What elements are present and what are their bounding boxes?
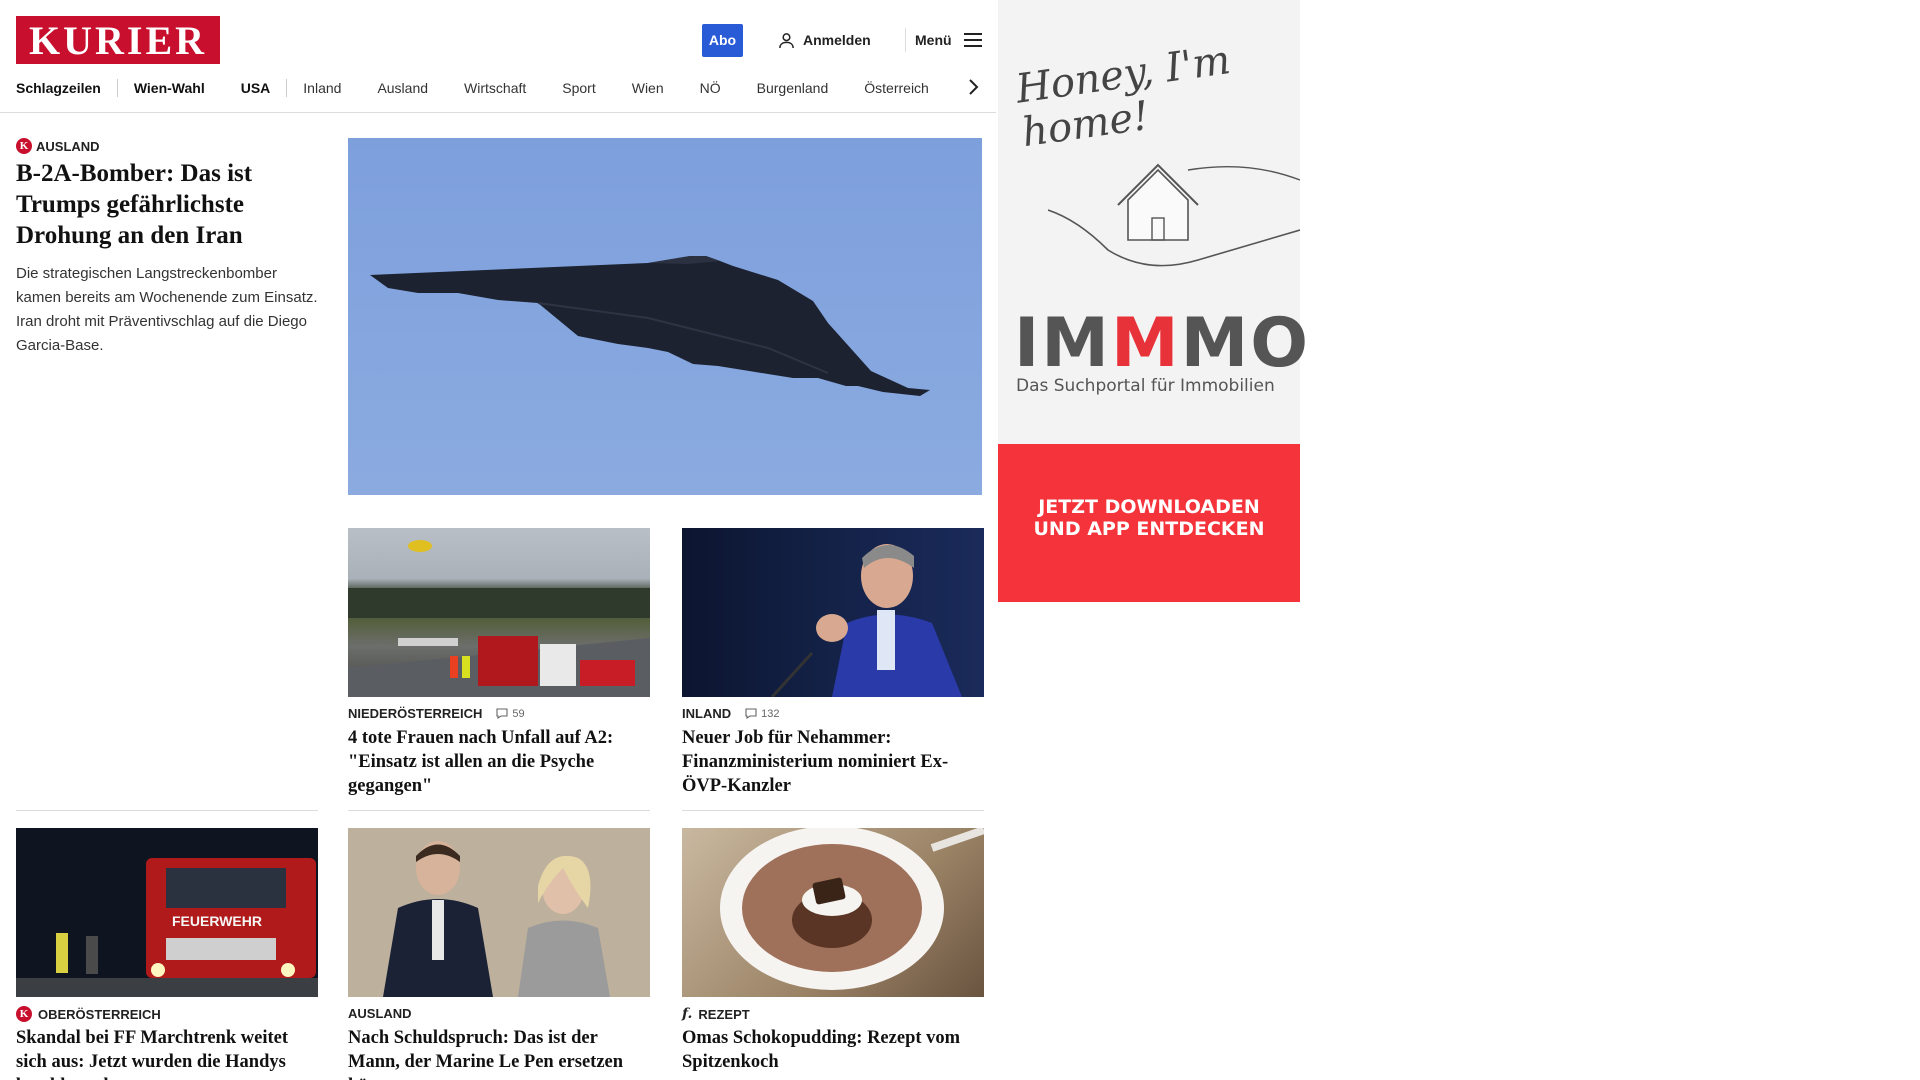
comment-icon (496, 708, 508, 719)
comment-count-value: 132 (761, 707, 780, 720)
nav-item-usa[interactable]: USA (241, 80, 271, 96)
login-button[interactable]: Anmelden (778, 30, 871, 50)
recipe-icon: f. (682, 1006, 693, 1022)
card-image-firetruck[interactable]: FEUERWEHR (16, 828, 318, 997)
lead-headline[interactable]: B-2A-Bomber: Das ist Trumps gefährlichst… (16, 158, 326, 251)
login-label: Anmelden (803, 32, 871, 48)
ad-brand-logo: IMMMO (1014, 308, 1310, 380)
nav-item-wien[interactable]: Wien (632, 80, 664, 96)
nav-item-wirtschaft[interactable]: Wirtschaft (464, 80, 526, 96)
kurier-plus-icon: K (16, 1006, 32, 1022)
firetruck-photo: FEUERWEHR (16, 858, 318, 997)
card-headline[interactable]: Neuer Job für Nehammer: Finanzministeriu… (682, 726, 984, 798)
speaker-photo (770, 544, 962, 697)
card-headline[interactable]: Nach Schuldspruch: Das ist der Mann, der… (348, 1026, 650, 1080)
nav-item-burgenland[interactable]: Burgenland (757, 80, 829, 96)
user-icon (779, 32, 794, 48)
ad-visual: Honey, I'm home! IMMMO Das Suchportal fü… (998, 0, 1308, 444)
main-nav: Schlagzeilen Wien-Wahl USA Inland Auslan… (16, 78, 980, 98)
card-category-label: NIEDERÖSTERREICH (348, 706, 483, 721)
nav-item-noe[interactable]: NÖ (700, 80, 721, 96)
truck-lettering: FEUERWEHR (172, 913, 262, 929)
chevron-right-icon[interactable] (966, 77, 980, 97)
ad-cta-button[interactable]: JETZT DOWNLOADEN UND APP ENTDECKEN (998, 444, 1300, 602)
nav-item-wien-wahl[interactable]: Wien-Wahl (134, 80, 205, 96)
comment-count[interactable]: 132 (745, 708, 779, 720)
card-image-bardella[interactable] (348, 828, 650, 997)
accident-scene (348, 540, 650, 697)
section-divider (348, 810, 650, 811)
card-category-label: REZEPT (698, 1006, 750, 1022)
ad-cta-line: JETZT DOWNLOADEN (1038, 496, 1260, 518)
nav-item-inland[interactable]: Inland (303, 80, 341, 96)
nav-divider (116, 79, 118, 97)
comment-icon (745, 708, 757, 719)
nav-item-sport[interactable]: Sport (562, 80, 595, 96)
card-category-label: INLAND (682, 706, 732, 721)
nav-item-schlagzeilen[interactable]: Schlagzeilen (16, 80, 101, 96)
section-divider (682, 810, 984, 811)
lead-image-bomber[interactable] (348, 138, 982, 495)
ad-brand-accent: M (1110, 304, 1181, 383)
card-category-label: OBERÖSTERREICH (38, 1006, 161, 1022)
menu-label: Menü (915, 32, 952, 48)
card-image-nehammer[interactable] (682, 528, 984, 697)
lead-teaser: Die strategischen Langstreckenbomber kam… (16, 265, 318, 354)
kurier-logo[interactable]: KURIER (16, 16, 220, 64)
card-headline[interactable]: Skandal bei FF Marchtrenk weitet sich au… (16, 1026, 318, 1080)
hamburger-icon (963, 33, 982, 47)
card-headline[interactable]: Omas Schokopudding: Rezept vom Spitzenko… (682, 1026, 984, 1074)
card-category: NIEDERÖSTERREICH 59 (348, 706, 525, 721)
card-headline[interactable]: 4 tote Frauen nach Unfall auf A2: "Einsa… (348, 726, 650, 798)
card-category: K OBERÖSTERREICH (16, 1006, 161, 1022)
kurier-plus-icon: K (16, 138, 32, 154)
card-category: f. REZEPT (682, 1006, 750, 1022)
menu-button[interactable]: Menü (915, 30, 982, 50)
site-header: KURIER Abo Anmelden Menü Schlagzeilen Wi… (0, 0, 996, 113)
nav-item-ausland[interactable]: Ausland (377, 80, 428, 96)
comment-count-value: 59 (512, 707, 525, 720)
nav-divider (286, 79, 288, 97)
politicians-photo (348, 828, 650, 997)
ad-brand-part: IM (1014, 304, 1111, 383)
card-image-accident[interactable] (348, 528, 650, 697)
immmo-ad[interactable]: Honey, I'm home! IMMMO Das Suchportal fü… (998, 0, 1308, 602)
comment-count[interactable]: 59 (496, 707, 525, 720)
bomber-photo (370, 256, 930, 396)
ad-cta-line: UND APP ENTDECKEN (1033, 518, 1265, 540)
nav-item-oesterreich[interactable]: Österreich (864, 80, 929, 96)
card-category-label: AUSLAND (348, 1006, 412, 1021)
house-hand-illustration (1048, 163, 1300, 267)
card-category: AUSLAND (348, 1006, 412, 1021)
ad-subtitle: Das Suchportal für Immobilien (1016, 376, 1275, 396)
lead-category: K AUSLAND (16, 138, 100, 154)
card-image-pudding[interactable] (682, 828, 984, 997)
ad-brand-part: MO (1180, 304, 1311, 383)
pudding-photo (720, 828, 984, 990)
header-divider (905, 28, 906, 52)
section-divider (16, 810, 318, 811)
card-category: INLAND 132 (682, 706, 779, 721)
abo-button[interactable]: Abo (702, 24, 743, 57)
lead-category-label: AUSLAND (36, 138, 100, 154)
ad-script-text: Honey, I'm home! (1013, 37, 1234, 157)
